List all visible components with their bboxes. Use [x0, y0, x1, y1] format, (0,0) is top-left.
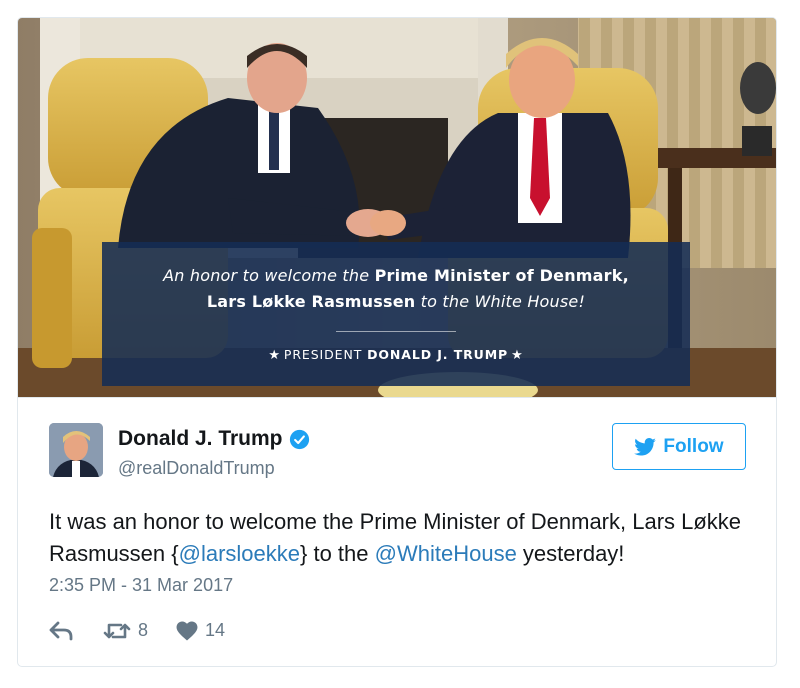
retweet-icon: [103, 623, 131, 638]
follow-button[interactable]: Follow: [612, 423, 746, 470]
tweet-text: It was an honor to welcome the Prime Min…: [49, 506, 759, 570]
author-handle[interactable]: @realDonaldTrump: [118, 458, 275, 479]
photo-quote-banner: An honor to welcome the Prime Minister o…: [102, 242, 690, 386]
star-icon: ★: [511, 348, 524, 363]
banner-line-2: Lars Løkke Rasmussen to the White House!: [102, 289, 690, 315]
avatar-image: [49, 423, 103, 477]
tweet-card: An honor to welcome the Prime Minister o…: [17, 17, 777, 667]
mention-link-larsloekke[interactable]: @larsloekke: [179, 541, 300, 566]
heart-icon: [176, 620, 198, 641]
avatar[interactable]: [49, 423, 103, 477]
signature-name: DONALD J. TRUMP: [367, 347, 509, 362]
tweet-text-part: yesterday!: [516, 541, 625, 566]
twitter-bird-icon: [634, 437, 657, 456]
retweet-button[interactable]: 8: [103, 620, 148, 641]
banner-signature: ★ PRESIDENT DONALD J. TRUMP ★: [102, 347, 690, 363]
banner-line-2-italic: to the White House!: [415, 292, 586, 311]
verified-icon: [289, 429, 310, 450]
banner-line-1: An honor to welcome the Prime Minister o…: [102, 263, 690, 289]
tweet-text-part: } to the: [300, 541, 375, 566]
follow-button-label: Follow: [663, 435, 724, 457]
reply-icon: [49, 621, 73, 640]
retweet-count: 8: [138, 620, 149, 640]
signature-title: PRESIDENT: [283, 347, 368, 362]
banner-line-2-bold: Lars Løkke Rasmussen: [206, 292, 416, 311]
banner-line-1-italic: An honor to welcome the: [163, 266, 375, 285]
banner-line-1-bold: Prime Minister of Denmark,: [374, 266, 629, 285]
like-button[interactable]: 14: [176, 620, 225, 641]
reply-button[interactable]: [49, 621, 73, 641]
tweet-photo[interactable]: An honor to welcome the Prime Minister o…: [18, 18, 776, 398]
tweet-timestamp[interactable]: 2:35 PM - 31 Mar 2017: [49, 575, 233, 596]
like-count: 14: [205, 620, 226, 640]
author-name-text[interactable]: Donald J. Trump: [118, 427, 283, 451]
star-icon: ★: [268, 348, 281, 363]
mention-link-whitehouse[interactable]: @WhiteHouse: [375, 541, 517, 566]
banner-divider: [336, 331, 456, 332]
tweet-actions: 8 14: [49, 620, 225, 641]
author-name[interactable]: Donald J. Trump: [118, 427, 310, 451]
